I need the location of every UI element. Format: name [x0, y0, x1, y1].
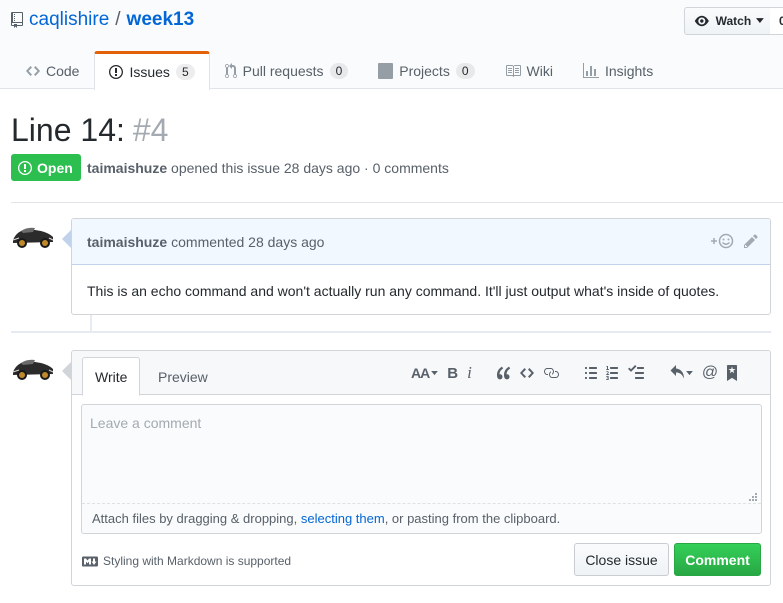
- avatar[interactable]: [11, 222, 55, 252]
- chevron-down-icon: [756, 18, 764, 23]
- code-icon[interactable]: [519, 363, 534, 383]
- issue-meta-text: opened this issue 28 days ago · 0 commen…: [171, 160, 449, 176]
- watch-label: Watch: [715, 14, 752, 28]
- comment-editor: Attach files by dragging & dropping, sel…: [81, 404, 762, 534]
- header-tool-label: AA: [411, 365, 430, 381]
- markdown-note-text: Styling with Markdown is supported: [103, 554, 292, 568]
- book-icon: [505, 64, 521, 77]
- issue-author-link[interactable]: taimaishuze: [87, 160, 167, 176]
- repo-separator: /: [115, 9, 121, 30]
- comment-actions: [710, 233, 758, 249]
- markdown-toolbar: AA B i @: [411, 363, 746, 383]
- markdown-note[interactable]: Styling with Markdown is supported: [82, 554, 291, 568]
- repo-header: caqlishire / week13 Watch 0 Code Issues …: [0, 0, 783, 90]
- tab-label: Projects: [399, 62, 450, 79]
- timeline-divider: [11, 331, 771, 333]
- issue-opened-icon: [18, 160, 32, 175]
- comment-textarea[interactable]: [82, 405, 761, 503]
- comment-submit-button[interactable]: Comment: [674, 543, 761, 576]
- add-reaction-icon[interactable]: [710, 233, 734, 249]
- mention-button[interactable]: @: [702, 363, 718, 383]
- watch-count[interactable]: 0: [770, 7, 783, 35]
- comment-body: This is an echo command and won't actual…: [87, 283, 720, 299]
- tab-pull-requests[interactable]: Pull requests 0: [210, 51, 364, 89]
- bold-button[interactable]: B: [447, 363, 458, 383]
- header-divider: [11, 202, 783, 203]
- reply-icon: [670, 365, 684, 379]
- issue-title-text: Line 14:: [11, 112, 125, 148]
- git-pull-request-icon: [224, 62, 237, 78]
- tab-label: Insights: [604, 62, 654, 79]
- pull-requests-count-badge: 0: [329, 62, 349, 79]
- comment-author-link[interactable]: taimaishuze: [87, 234, 167, 250]
- graph-icon: [582, 62, 599, 78]
- repo-owner-link[interactable]: caqlishire: [29, 9, 109, 31]
- issue-number: #4: [132, 112, 169, 148]
- code-icon: [26, 65, 40, 76]
- unordered-list-icon[interactable]: [584, 363, 597, 383]
- italic-button[interactable]: i: [467, 363, 472, 383]
- tab-wiki[interactable]: Wiki: [490, 51, 568, 89]
- tab-issues[interactable]: Issues 5: [94, 51, 210, 90]
- comment: taimaishuze commented 28 days ago This i…: [71, 218, 771, 315]
- quote-icon[interactable]: [496, 363, 511, 383]
- issue-meta: taimaishuze opened this issue 28 days ag…: [87, 160, 449, 176]
- project-icon: [378, 62, 394, 79]
- status-label: Open: [37, 159, 73, 176]
- issue-title: Line 14: #4: [11, 110, 168, 150]
- projects-count-badge: 0: [455, 62, 475, 79]
- repo-icon: [11, 12, 23, 28]
- comment-arrow: [62, 230, 71, 248]
- markdown-icon: [82, 556, 98, 566]
- chevron-down-icon: [431, 370, 439, 375]
- close-issue-button[interactable]: Close issue: [574, 543, 669, 576]
- ordered-list-icon[interactable]: [605, 363, 619, 383]
- chevron-down-icon: [685, 370, 693, 375]
- watch-button[interactable]: Watch: [684, 7, 771, 35]
- tab-projects[interactable]: Projects 0: [363, 51, 489, 89]
- repo-nav-tabs: Code Issues 5 Pull requests 0 Projects 0…: [11, 51, 668, 90]
- bookmark-icon[interactable]: [727, 363, 738, 383]
- tab-label: Pull requests: [242, 62, 324, 79]
- new-comment-arrow: [62, 362, 71, 380]
- tab-insights[interactable]: Insights: [568, 51, 668, 89]
- issues-count-badge: 5: [175, 64, 195, 80]
- tab-code[interactable]: Code: [11, 51, 94, 89]
- repo-title: caqlishire / week13: [11, 9, 194, 31]
- task-list-icon[interactable]: [627, 363, 644, 383]
- select-files-link[interactable]: selecting them: [301, 511, 385, 526]
- avatar[interactable]: [11, 354, 55, 384]
- issue-opened-icon: [109, 65, 124, 79]
- tab-write[interactable]: Write: [82, 357, 141, 396]
- tab-preview[interactable]: Preview: [146, 357, 220, 396]
- new-comment-footer: Styling with Markdown is supported Close…: [81, 543, 762, 577]
- tab-label: Wiki: [526, 62, 553, 79]
- eye-icon: [694, 15, 709, 27]
- resize-handle-icon[interactable]: [749, 493, 757, 501]
- attach-text: Attach files by dragging & dropping,: [92, 511, 301, 526]
- timeline-line: [90, 315, 92, 331]
- status-badge: Open: [11, 154, 81, 181]
- pencil-icon[interactable]: [744, 233, 758, 249]
- new-comment-header: Write Preview AA B i @: [72, 351, 770, 396]
- attach-text-suffix: , or pasting from the clipboard.: [384, 511, 561, 526]
- comment-meta[interactable]: commented 28 days ago: [171, 234, 324, 250]
- comment-header: taimaishuze commented 28 days ago: [72, 219, 770, 265]
- repo-name-link[interactable]: week13: [127, 9, 195, 31]
- tab-label: Code: [46, 62, 80, 79]
- attach-files-bar[interactable]: Attach files by dragging & dropping, sel…: [82, 503, 761, 534]
- new-comment-form: Write Preview AA B i @ Leave a comment A…: [71, 350, 771, 586]
- tab-label: Issues: [129, 64, 170, 80]
- link-icon[interactable]: [543, 363, 559, 383]
- saved-reply-button[interactable]: [670, 363, 693, 383]
- header-tool-button[interactable]: AA: [411, 363, 439, 383]
